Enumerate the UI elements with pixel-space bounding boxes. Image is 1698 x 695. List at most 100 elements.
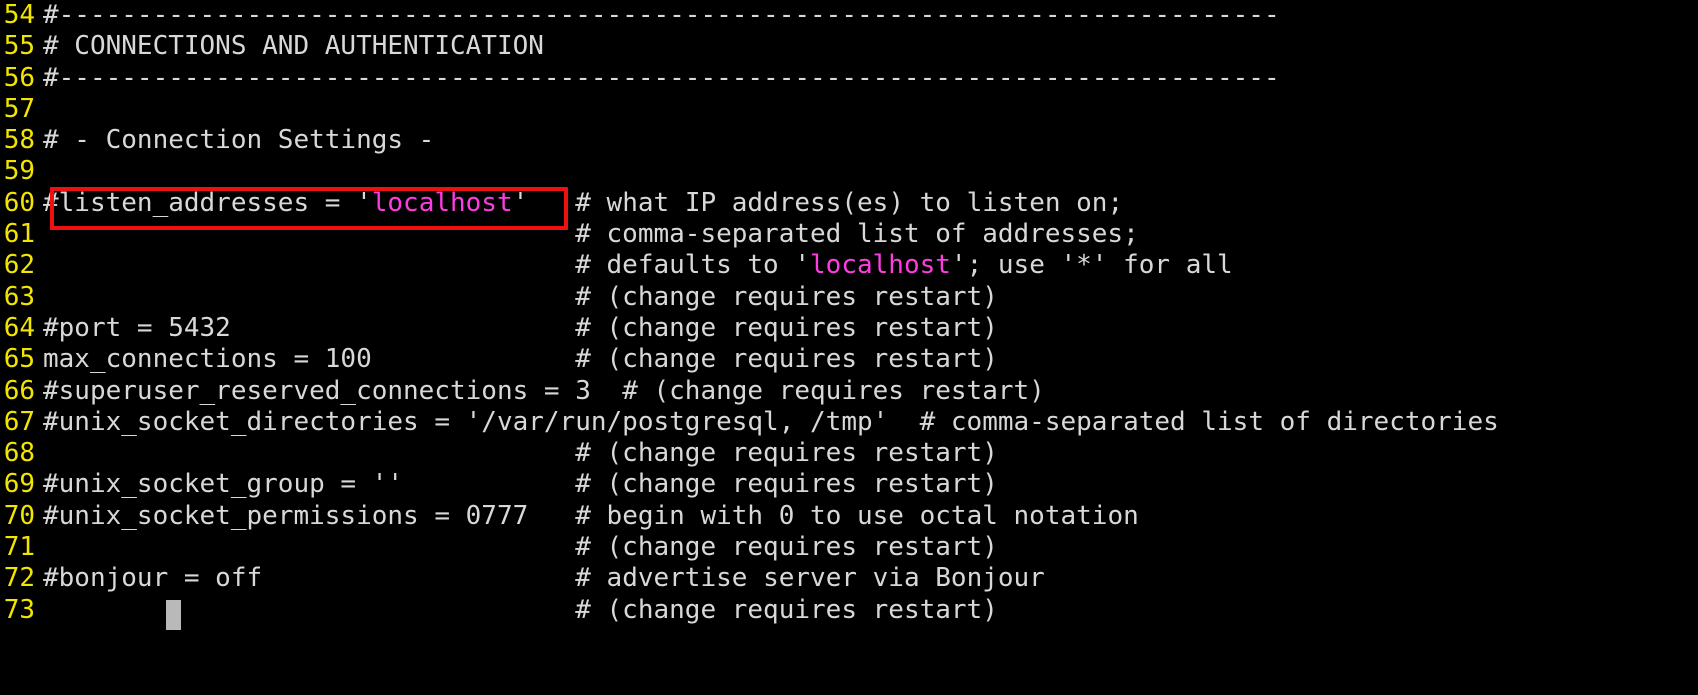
comment-text: # comma-separated list of directories (919, 406, 1499, 437)
line-number: 56 (3, 62, 35, 93)
code-line[interactable]: 62 # defaults to 'localhost'; use '*' fo… (0, 250, 1698, 281)
column-gap (43, 250, 575, 280)
line-number: 55 (3, 31, 35, 62)
column-gap (43, 282, 575, 312)
line-content: # - Connection Settings - (43, 125, 1698, 156)
code-line[interactable]: 66 #superuser_reserved_connections = 3 # … (0, 376, 1698, 407)
code-text: #bonjour = off (43, 563, 263, 594)
comment-text: # comma-separated list of addresses; (575, 219, 1139, 250)
line-number: 57 (3, 93, 35, 124)
line-content: # (change requires restart) (43, 282, 1698, 313)
line-content: #---------------------------------------… (43, 63, 1698, 94)
line-content: # CONNECTIONS AND AUTHENTICATION (43, 31, 1698, 62)
code-line[interactable]: 72 #bonjour = off # advertise server via … (0, 563, 1698, 594)
line-number: 68 (3, 438, 35, 469)
text-cursor (166, 600, 181, 630)
code-line[interactable]: 55 # CONNECTIONS AND AUTHENTICATION (0, 31, 1698, 62)
code-line[interactable]: 58 # - Connection Settings - (0, 125, 1698, 156)
line-content: # defaults to 'localhost'; use '*' for a… (43, 250, 1698, 281)
code-text: # CONNECTIONS AND AUTHENTICATION (43, 31, 544, 62)
code-text: #unix_socket_permissions = 0777 (43, 500, 529, 531)
string-value: localhost (371, 187, 513, 218)
comment-text: # defaults to (575, 250, 795, 281)
column-gap (591, 376, 622, 406)
line-number: 59 (3, 156, 35, 187)
line-number: 60 (3, 187, 35, 218)
line-number: 69 (3, 469, 35, 500)
column-gap (528, 188, 575, 218)
code-line[interactable]: 63 # (change requires restart) (0, 282, 1698, 313)
line-content: #listen_addresses = 'localhost' # what I… (43, 188, 1698, 219)
code-line[interactable]: 70 #unix_socket_permissions = 0777 # begi… (0, 501, 1698, 532)
code-text: #port = 5432 (43, 312, 231, 343)
code-line[interactable]: 68 # (change requires restart) (0, 438, 1698, 469)
code-text: #listen_addresses = (43, 187, 357, 218)
line-number: 61 (3, 219, 35, 250)
comment-text: # (change requires restart) (575, 594, 998, 625)
code-line[interactable]: 73 # (change requires restart) (0, 595, 1698, 626)
code-line[interactable]: 71 # (change requires restart) (0, 532, 1698, 563)
code-line[interactable]: 65 max_connections = 100 # (change requir… (0, 344, 1698, 375)
line-number: 73 (3, 594, 35, 625)
line-number: 54 (3, 0, 35, 30)
string-value: localhost (810, 250, 951, 281)
comment-text: # (change requires restart) (575, 532, 998, 563)
string-quote: ' (512, 187, 529, 218)
code-text: # - Connection Settings - (43, 125, 435, 156)
comment-text: # (change requires restart) (622, 375, 1045, 406)
line-number: 72 (3, 563, 35, 594)
column-gap (231, 313, 575, 343)
comment-text: # advertise server via Bonjour (575, 563, 1045, 594)
comment-text: # what IP address(es) to listen on; (575, 187, 1124, 218)
comment-text: # (change requires restart) (575, 469, 998, 500)
line-number: 67 (3, 406, 35, 437)
line-number: 62 (3, 250, 35, 281)
line-number: 71 (3, 532, 35, 563)
terminal-editor-view[interactable]: 54 #-------------------------------------… (0, 0, 1698, 695)
column-gap (888, 407, 919, 437)
column-gap (372, 344, 576, 374)
column-gap (43, 595, 575, 625)
line-content: #bonjour = off # advertise server via Bo… (43, 563, 1698, 594)
string-quote: ' (950, 250, 967, 281)
line-content: #superuser_reserved_connections = 3 # (c… (43, 376, 1698, 407)
line-content: #unix_socket_permissions = 0777 # begin … (43, 501, 1698, 532)
line-content: #---------------------------------------… (43, 0, 1698, 31)
code-line[interactable]: 64 #port = 5432 # (change requires restar… (0, 313, 1698, 344)
code-line[interactable]: 69 #unix_socket_group = '' # (change requ… (0, 469, 1698, 500)
line-content: #port = 5432 # (change requires restart) (43, 313, 1698, 344)
code-text: #superuser_reserved_connections = 3 (43, 375, 591, 406)
code-line[interactable]: 54 #-------------------------------------… (0, 0, 1698, 31)
code-text: #---------------------------------------… (43, 0, 1280, 30)
line-content: # comma-separated list of addresses; (43, 219, 1698, 250)
comment-text: # (change requires restart) (575, 312, 998, 343)
line-number: 63 (3, 281, 35, 312)
code-line[interactable]: 60 #listen_addresses = 'localhost' # what… (0, 188, 1698, 219)
code-text: #unix_socket_group = '' (43, 469, 404, 500)
code-line[interactable]: 57 (0, 94, 1698, 125)
line-number: 64 (3, 312, 35, 343)
line-number: 58 (3, 125, 35, 156)
comment-text: # (change requires restart) (575, 281, 998, 312)
column-gap (403, 469, 575, 499)
comment-text: # begin with 0 to use octal notation (575, 500, 1139, 531)
code-line[interactable]: 56 #-------------------------------------… (0, 63, 1698, 94)
code-text: max_connections = 100 (43, 344, 372, 375)
code-line[interactable]: 67 #unix_socket_directories = '/var/run/p… (0, 407, 1698, 438)
line-content: # (change requires restart) (43, 595, 1698, 626)
string-quote: ' (356, 187, 372, 218)
comment-text: ; use '*' for all (966, 250, 1233, 281)
code-line[interactable]: 61 # comma-separated list of addresses; (0, 219, 1698, 250)
line-content: # (change requires restart) (43, 532, 1698, 563)
comment-text: # (change requires restart) (575, 344, 998, 375)
code-area[interactable]: 54 #-------------------------------------… (0, 0, 1698, 626)
line-content: #unix_socket_group = '' # (change requir… (43, 469, 1698, 500)
line-number: 66 (3, 375, 35, 406)
code-text: #unix_socket_directories = '/var/run/pos… (43, 406, 889, 437)
code-text: #---------------------------------------… (43, 62, 1280, 93)
column-gap (262, 563, 575, 593)
line-content: max_connections = 100 # (change requires… (43, 344, 1698, 375)
column-gap (43, 438, 575, 468)
code-line[interactable]: 59 (0, 156, 1698, 187)
line-number: 65 (3, 344, 35, 375)
